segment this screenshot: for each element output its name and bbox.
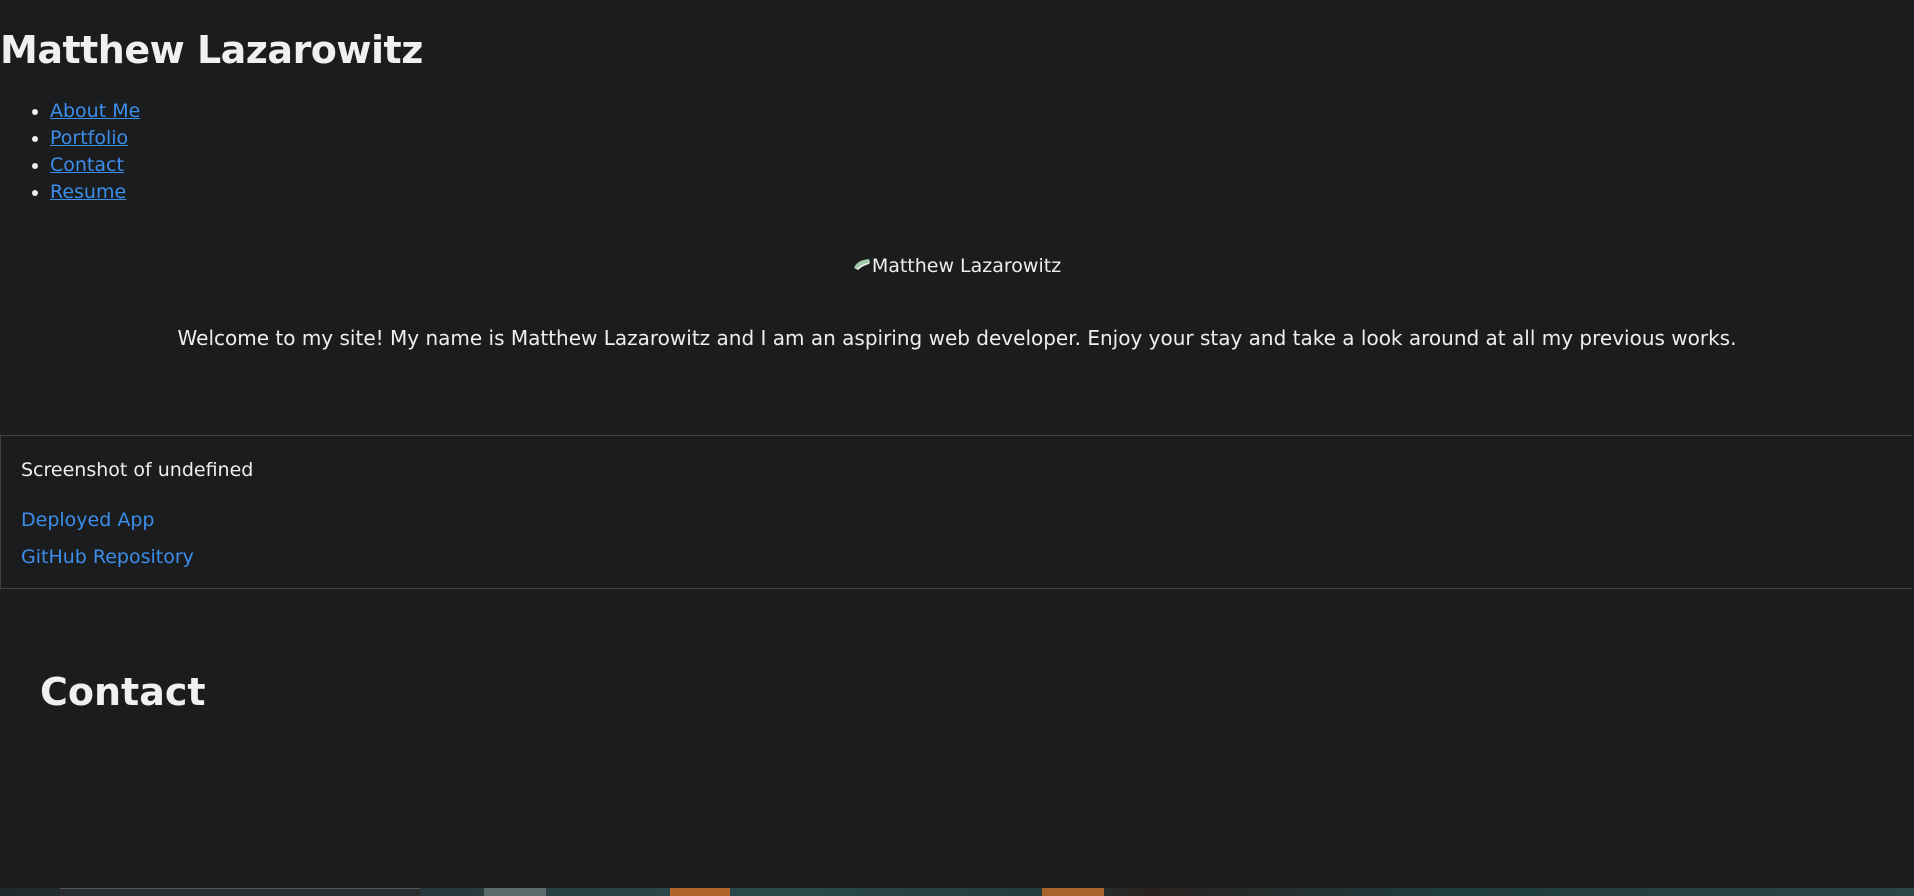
- nav-item-about: About Me: [50, 98, 1914, 125]
- strip-segment: [1042, 888, 1104, 896]
- strip-segment: [60, 888, 420, 896]
- project-screenshot: Screenshot of undefined: [21, 456, 253, 484]
- strip-segment: [670, 888, 730, 896]
- project-card: Screenshot of undefined Deployed App Git…: [0, 435, 1912, 589]
- nav-link-portfolio[interactable]: Portfolio: [50, 127, 128, 149]
- screenshot-alt-text: Screenshot of undefined: [21, 459, 254, 481]
- nav-link-about[interactable]: About Me: [50, 100, 140, 122]
- strip-segment: [484, 888, 546, 896]
- deployed-app-link[interactable]: Deployed App: [21, 507, 154, 533]
- background-image-strip: [0, 888, 1914, 896]
- broken-image-icon: [853, 259, 870, 270]
- nav-item-resume: Resume: [50, 179, 1914, 206]
- avatar: Matthew Lazarowitz: [853, 252, 1061, 280]
- site-header: Matthew Lazarowitz About Me Portfolio Co…: [0, 0, 1914, 206]
- welcome-text: Welcome to my site! My name is Matthew L…: [177, 326, 1737, 350]
- nav-item-portfolio: Portfolio: [50, 125, 1914, 152]
- nav-item-contact: Contact: [50, 152, 1914, 179]
- nav-list: About Me Portfolio Contact Resume: [0, 98, 1914, 206]
- contact-heading: Contact: [40, 670, 206, 714]
- nav-link-contact[interactable]: Contact: [50, 154, 124, 176]
- avatar-alt-text: Matthew Lazarowitz: [871, 255, 1062, 277]
- hero-section: Matthew Lazarowitz Welcome to my site! M…: [0, 252, 1914, 352]
- site-title: Matthew Lazarowitz: [0, 28, 423, 72]
- nav-link-resume[interactable]: Resume: [50, 181, 126, 203]
- github-repo-link[interactable]: GitHub Repository: [21, 544, 194, 570]
